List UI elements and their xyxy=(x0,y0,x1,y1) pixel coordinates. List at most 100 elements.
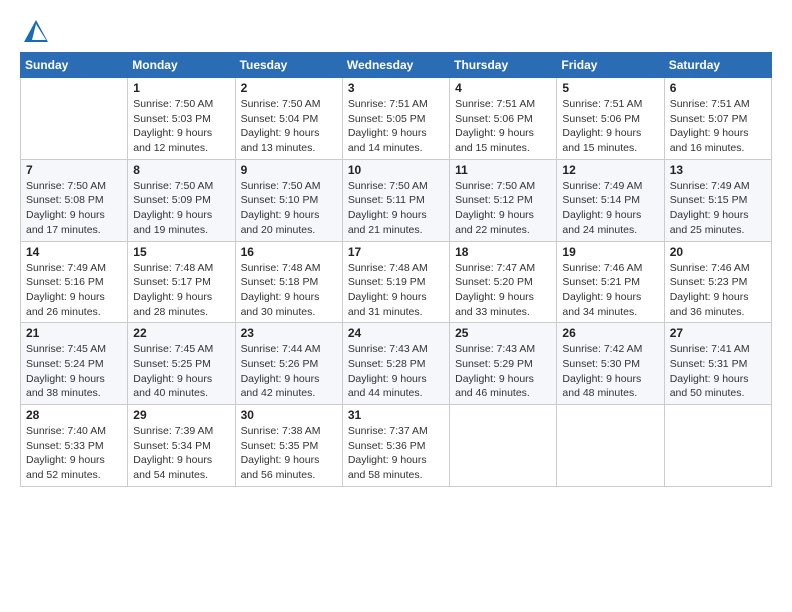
day-info: Sunrise: 7:48 AMSunset: 5:17 PMDaylight:… xyxy=(133,261,229,320)
day-info: Sunrise: 7:43 AMSunset: 5:29 PMDaylight:… xyxy=(455,342,551,401)
sunrise-text: Sunrise: 7:37 AM xyxy=(348,424,444,439)
weekday-header-thursday: Thursday xyxy=(450,53,557,78)
day-number: 20 xyxy=(670,245,766,259)
day-number: 3 xyxy=(348,81,444,95)
sunrise-text: Sunrise: 7:39 AM xyxy=(133,424,229,439)
day-info: Sunrise: 7:47 AMSunset: 5:20 PMDaylight:… xyxy=(455,261,551,320)
sunrise-text: Sunrise: 7:43 AM xyxy=(455,342,551,357)
day-info: Sunrise: 7:50 AMSunset: 5:04 PMDaylight:… xyxy=(241,97,337,156)
calendar-week-row: 21Sunrise: 7:45 AMSunset: 5:24 PMDayligh… xyxy=(21,323,772,405)
sunrise-text: Sunrise: 7:44 AM xyxy=(241,342,337,357)
daylight-text: Daylight: 9 hoursand 31 minutes. xyxy=(348,290,444,319)
calendar-cell: 7Sunrise: 7:50 AMSunset: 5:08 PMDaylight… xyxy=(21,159,128,241)
sunrise-text: Sunrise: 7:51 AM xyxy=(348,97,444,112)
calendar-cell xyxy=(557,405,664,487)
sunset-text: Sunset: 5:29 PM xyxy=(455,357,551,372)
sunset-text: Sunset: 5:07 PM xyxy=(670,112,766,127)
day-number: 26 xyxy=(562,326,658,340)
daylight-text: Daylight: 9 hoursand 33 minutes. xyxy=(455,290,551,319)
day-info: Sunrise: 7:41 AMSunset: 5:31 PMDaylight:… xyxy=(670,342,766,401)
calendar-cell: 27Sunrise: 7:41 AMSunset: 5:31 PMDayligh… xyxy=(664,323,771,405)
daylight-text: Daylight: 9 hoursand 44 minutes. xyxy=(348,372,444,401)
day-number: 23 xyxy=(241,326,337,340)
calendar-cell: 21Sunrise: 7:45 AMSunset: 5:24 PMDayligh… xyxy=(21,323,128,405)
day-info: Sunrise: 7:48 AMSunset: 5:19 PMDaylight:… xyxy=(348,261,444,320)
sunset-text: Sunset: 5:28 PM xyxy=(348,357,444,372)
day-number: 24 xyxy=(348,326,444,340)
sunset-text: Sunset: 5:36 PM xyxy=(348,439,444,454)
calendar-cell: 24Sunrise: 7:43 AMSunset: 5:28 PMDayligh… xyxy=(342,323,449,405)
day-number: 12 xyxy=(562,163,658,177)
daylight-text: Daylight: 9 hoursand 36 minutes. xyxy=(670,290,766,319)
sunset-text: Sunset: 5:18 PM xyxy=(241,275,337,290)
day-number: 25 xyxy=(455,326,551,340)
sunrise-text: Sunrise: 7:50 AM xyxy=(348,179,444,194)
sunrise-text: Sunrise: 7:49 AM xyxy=(670,179,766,194)
calendar-cell: 12Sunrise: 7:49 AMSunset: 5:14 PMDayligh… xyxy=(557,159,664,241)
calendar-cell: 6Sunrise: 7:51 AMSunset: 5:07 PMDaylight… xyxy=(664,78,771,160)
calendar-cell: 19 Sunrise: 7:46 AMSunset: 5:21 PMDayligh… xyxy=(557,241,664,323)
calendar-cell: 5Sunrise: 7:51 AMSunset: 5:06 PMDaylight… xyxy=(557,78,664,160)
calendar-cell: 15Sunrise: 7:48 AMSunset: 5:17 PMDayligh… xyxy=(128,241,235,323)
day-number: 4 xyxy=(455,81,551,95)
sunrise-text: Sunrise: 7:50 AM xyxy=(133,97,229,112)
day-info: Sunrise: 7:46 AMSunset: 5:23 PMDaylight:… xyxy=(670,261,766,320)
sunset-text: Sunset: 5:19 PM xyxy=(348,275,444,290)
day-info: Sunrise: 7:50 AMSunset: 5:10 PMDaylight:… xyxy=(241,179,337,238)
daylight-text: Daylight: 9 hoursand 20 minutes. xyxy=(241,208,337,237)
calendar-cell: 16Sunrise: 7:48 AMSunset: 5:18 PMDayligh… xyxy=(235,241,342,323)
sunset-text: Sunset: 5:33 PM xyxy=(26,439,122,454)
calendar-cell: 22Sunrise: 7:45 AMSunset: 5:25 PMDayligh… xyxy=(128,323,235,405)
day-info: Sunrise: 7:48 AMSunset: 5:18 PMDaylight:… xyxy=(241,261,337,320)
sunset-text: Sunset: 5:20 PM xyxy=(455,275,551,290)
calendar-cell: 29Sunrise: 7:39 AMSunset: 5:34 PMDayligh… xyxy=(128,405,235,487)
day-info: Sunrise: 7:50 AMSunset: 5:09 PMDaylight:… xyxy=(133,179,229,238)
calendar-cell xyxy=(664,405,771,487)
calendar-cell: 14Sunrise: 7:49 AMSunset: 5:16 PMDayligh… xyxy=(21,241,128,323)
daylight-text: Daylight: 9 hoursand 15 minutes. xyxy=(455,126,551,155)
sunrise-text: Sunrise: 7:50 AM xyxy=(26,179,122,194)
weekday-header-wednesday: Wednesday xyxy=(342,53,449,78)
sunset-text: Sunset: 5:16 PM xyxy=(26,275,122,290)
day-number: 22 xyxy=(133,326,229,340)
day-number: 8 xyxy=(133,163,229,177)
daylight-text: Daylight: 9 hoursand 22 minutes. xyxy=(455,208,551,237)
sunset-text: Sunset: 5:15 PM xyxy=(670,193,766,208)
sunrise-text: Sunrise: 7:50 AM xyxy=(133,179,229,194)
sunset-text: Sunset: 5:05 PM xyxy=(348,112,444,127)
day-info: Sunrise: 7:50 AMSunset: 5:12 PMDaylight:… xyxy=(455,179,551,238)
sunrise-text: Sunrise: 7:45 AM xyxy=(133,342,229,357)
daylight-text: Daylight: 9 hoursand 58 minutes. xyxy=(348,453,444,482)
weekday-header-friday: Friday xyxy=(557,53,664,78)
daylight-text: Daylight: 9 hoursand 14 minutes. xyxy=(348,126,444,155)
day-info: Sunrise: 7:44 AMSunset: 5:26 PMDaylight:… xyxy=(241,342,337,401)
sunrise-text: Sunrise: 7:51 AM xyxy=(670,97,766,112)
day-number: 1 xyxy=(133,81,229,95)
sunrise-text: Sunrise: 7:46 AM xyxy=(670,261,766,276)
day-number: 11 xyxy=(455,163,551,177)
day-number: 31 xyxy=(348,408,444,422)
day-number: 17 xyxy=(348,245,444,259)
weekday-header-saturday: Saturday xyxy=(664,53,771,78)
day-info: Sunrise: 7:51 AMSunset: 5:06 PMDaylight:… xyxy=(455,97,551,156)
logo-icon xyxy=(22,18,50,46)
sunset-text: Sunset: 5:08 PM xyxy=(26,193,122,208)
sunrise-text: Sunrise: 7:47 AM xyxy=(455,261,551,276)
calendar-cell: 20 Sunrise: 7:46 AMSunset: 5:23 PMDayligh… xyxy=(664,241,771,323)
day-number: 19 xyxy=(562,245,658,259)
calendar-cell: 4 Sunrise: 7:51 AMSunset: 5:06 PMDaylight… xyxy=(450,78,557,160)
calendar-cell: 31 Sunrise: 7:37 AMSunset: 5:36 PMDayligh… xyxy=(342,405,449,487)
day-info: Sunrise: 7:46 AMSunset: 5:21 PMDaylight:… xyxy=(562,261,658,320)
sunset-text: Sunset: 5:35 PM xyxy=(241,439,337,454)
calendar-cell: 26Sunrise: 7:42 AMSunset: 5:30 PMDayligh… xyxy=(557,323,664,405)
day-info: Sunrise: 7:50 AMSunset: 5:03 PMDaylight:… xyxy=(133,97,229,156)
day-number: 18 xyxy=(455,245,551,259)
calendar-week-row: 14Sunrise: 7:49 AMSunset: 5:16 PMDayligh… xyxy=(21,241,772,323)
sunrise-text: Sunrise: 7:50 AM xyxy=(241,179,337,194)
sunset-text: Sunset: 5:24 PM xyxy=(26,357,122,372)
day-info: Sunrise: 7:40 AMSunset: 5:33 PMDaylight:… xyxy=(26,424,122,483)
weekday-header-sunday: Sunday xyxy=(21,53,128,78)
daylight-text: Daylight: 9 hoursand 26 minutes. xyxy=(26,290,122,319)
logo xyxy=(20,18,50,42)
sunrise-text: Sunrise: 7:48 AM xyxy=(133,261,229,276)
